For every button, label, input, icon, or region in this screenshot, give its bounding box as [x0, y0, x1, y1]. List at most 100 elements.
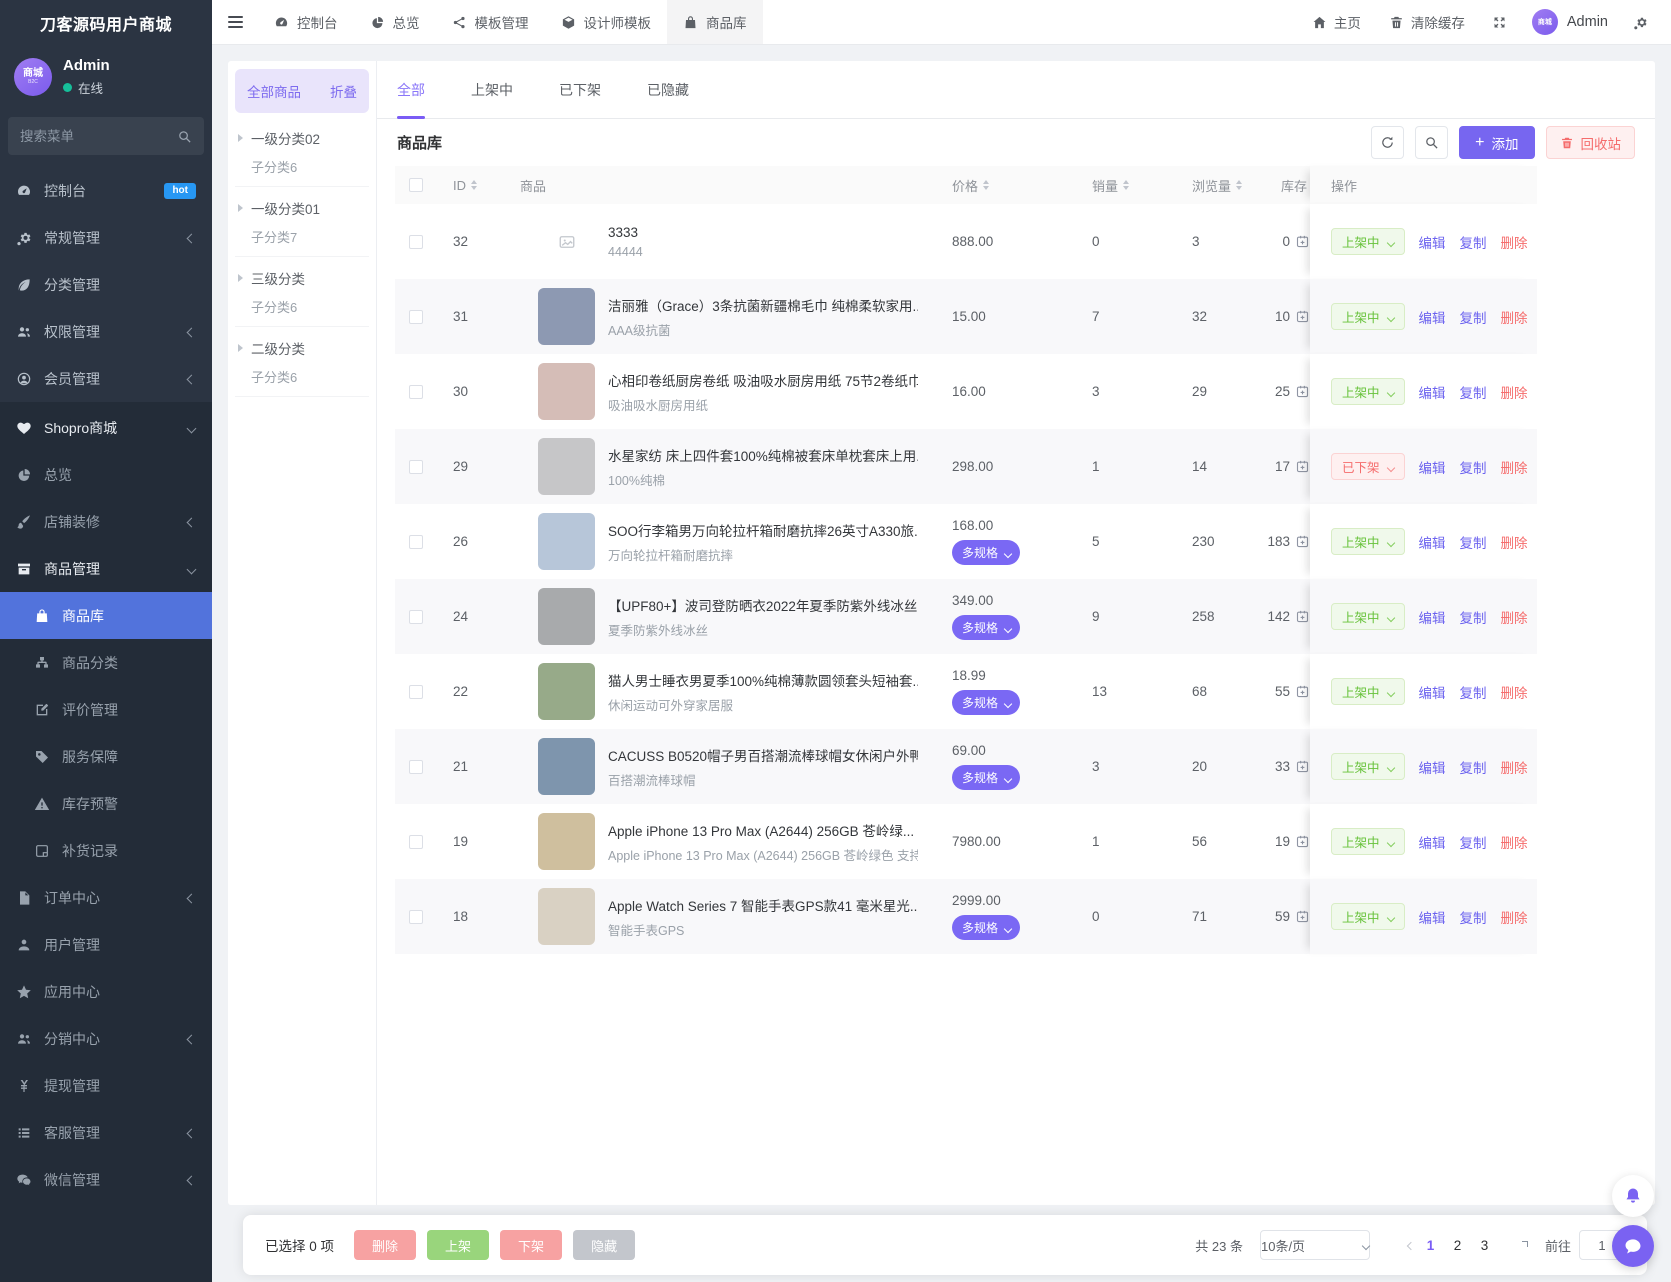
sidebar-item-评价管理[interactable]: 评价管理: [0, 686, 212, 733]
chat-fab[interactable]: [1612, 1225, 1654, 1267]
delete-link[interactable]: 删除: [1501, 457, 1528, 477]
copy-link[interactable]: 复制: [1460, 532, 1487, 552]
product-title[interactable]: SOO行李箱男万向轮拉杆箱耐磨抗摔26英寸A330旅...: [608, 520, 918, 540]
row-checkbox[interactable]: [409, 684, 423, 699]
product-title[interactable]: 猫人男士睡衣男夏季100%纯棉薄款圆领套头短袖套...: [608, 670, 918, 690]
sidebar-item-服务保障[interactable]: 服务保障: [0, 733, 212, 780]
status-dropdown[interactable]: 上架中: [1331, 828, 1405, 855]
stock-edit-icon[interactable]: [1295, 309, 1310, 324]
stock-edit-icon[interactable]: [1295, 234, 1310, 249]
tab-已隐藏[interactable]: 已隐藏: [647, 61, 689, 118]
stock-edit-icon[interactable]: [1295, 384, 1310, 399]
select-all-checkbox[interactable]: [409, 178, 423, 192]
edit-link[interactable]: 编辑: [1419, 382, 1446, 402]
topbar-tab-模板管理[interactable]: 模板管理: [436, 0, 545, 44]
row-checkbox[interactable]: [409, 309, 423, 324]
topbar-tab-总览[interactable]: 总览: [354, 0, 436, 44]
page-1-button[interactable]: 1: [1417, 1231, 1444, 1259]
product-thumbnail[interactable]: [538, 438, 595, 495]
status-dropdown[interactable]: 已下架: [1331, 453, 1405, 480]
status-dropdown[interactable]: 上架中: [1331, 753, 1405, 780]
column-header-浏览量[interactable]: 浏览量: [1180, 176, 1255, 195]
sidebar-item-常规管理[interactable]: 常规管理: [0, 214, 212, 261]
sort-icon[interactable]: [1236, 180, 1243, 190]
product-thumbnail[interactable]: [538, 813, 595, 870]
product-thumbnail[interactable]: [538, 288, 595, 345]
sidebar-item-客服管理[interactable]: 客服管理: [0, 1109, 212, 1156]
delete-link[interactable]: 删除: [1501, 682, 1528, 702]
sort-icon[interactable]: [1123, 180, 1130, 190]
tab-已下架[interactable]: 已下架: [559, 61, 601, 118]
refresh-button[interactable]: [1371, 126, 1405, 159]
sidebar-item-应用中心[interactable]: 应用中心: [0, 968, 212, 1015]
clear-cache-link[interactable]: 清除缓存: [1375, 0, 1479, 44]
sidebar-item-用户管理[interactable]: 用户管理: [0, 921, 212, 968]
product-thumbnail[interactable]: [538, 363, 595, 420]
caret-right-icon[interactable]: [238, 204, 243, 212]
sidebar-item-补货记录[interactable]: 补货记录: [0, 827, 212, 874]
sidebar-item-订单中心[interactable]: 订单中心: [0, 874, 212, 921]
status-dropdown[interactable]: 上架中: [1331, 303, 1405, 330]
edit-link[interactable]: 编辑: [1419, 607, 1446, 627]
delete-link[interactable]: 删除: [1501, 907, 1528, 927]
delete-link[interactable]: 删除: [1501, 832, 1528, 852]
category-tree-item[interactable]: 三级分类 子分类6: [235, 257, 369, 327]
product-title[interactable]: 【UPF80+】波司登防晒衣2022年夏季防紫外线冰丝...: [608, 595, 918, 615]
sidebar-item-权限管理[interactable]: 权限管理: [0, 308, 212, 355]
sidebar-item-会员管理[interactable]: 会员管理: [0, 355, 212, 402]
edit-link[interactable]: 编辑: [1419, 907, 1446, 927]
category-tree-item[interactable]: 一级分类02 子分类6: [235, 117, 369, 187]
copy-link[interactable]: 复制: [1460, 757, 1487, 777]
column-header-价格[interactable]: 价格: [940, 176, 1080, 195]
delete-link[interactable]: 删除: [1501, 607, 1528, 627]
delete-link[interactable]: 删除: [1501, 757, 1528, 777]
sidebar-item-商品分类[interactable]: 商品分类: [0, 639, 212, 686]
delete-link[interactable]: 删除: [1501, 232, 1528, 252]
edit-link[interactable]: 编辑: [1419, 532, 1446, 552]
edit-link[interactable]: 编辑: [1419, 457, 1446, 477]
fullscreen-button[interactable]: [1479, 0, 1520, 44]
edit-link[interactable]: 编辑: [1419, 307, 1446, 327]
category-all-label[interactable]: 全部商品: [247, 81, 301, 101]
caret-right-icon[interactable]: [238, 274, 243, 282]
copy-link[interactable]: 复制: [1460, 307, 1487, 327]
sidebar-item-商品库[interactable]: 商品库: [0, 592, 212, 639]
copy-link[interactable]: 复制: [1460, 607, 1487, 627]
product-title[interactable]: CACUSS B0520帽子男百搭潮流棒球帽女休闲户外鸭...: [608, 745, 918, 765]
topbar-tab-商品库[interactable]: 商品库: [667, 0, 763, 44]
product-title[interactable]: 洁丽雅（Grace）3条抗菌新疆棉毛巾 纯棉柔软家用...: [608, 295, 918, 315]
prev-page-button[interactable]: [1387, 1231, 1414, 1259]
status-dropdown[interactable]: 上架中: [1331, 903, 1405, 930]
row-checkbox[interactable]: [409, 909, 423, 924]
stock-edit-icon[interactable]: [1295, 459, 1310, 474]
stock-edit-icon[interactable]: [1295, 909, 1310, 924]
stock-edit-icon[interactable]: [1295, 684, 1310, 699]
stock-edit-icon[interactable]: [1295, 534, 1310, 549]
caret-right-icon[interactable]: [238, 134, 243, 142]
stock-edit-icon[interactable]: [1295, 609, 1310, 624]
stock-edit-icon[interactable]: [1295, 834, 1310, 849]
edit-link[interactable]: 编辑: [1419, 832, 1446, 852]
sidebar-item-店铺装修[interactable]: 店铺装修: [0, 498, 212, 545]
copy-link[interactable]: 复制: [1460, 907, 1487, 927]
sidebar-item-微信管理[interactable]: 微信管理: [0, 1156, 212, 1203]
multi-spec-badge[interactable]: 多规格: [952, 615, 1021, 640]
topbar-tab-控制台[interactable]: 控制台: [258, 0, 354, 44]
copy-link[interactable]: 复制: [1460, 682, 1487, 702]
notification-fab[interactable]: [1612, 1175, 1654, 1217]
batch-下架-button[interactable]: 下架: [500, 1230, 563, 1260]
batch-删除-button[interactable]: 删除: [354, 1230, 417, 1260]
copy-link[interactable]: 复制: [1460, 232, 1487, 252]
product-thumbnail[interactable]: [538, 588, 595, 645]
row-checkbox[interactable]: [409, 759, 423, 774]
user-menu[interactable]: 商城 Admin: [1520, 9, 1620, 35]
sidebar-item-分销中心[interactable]: 分销中心: [0, 1015, 212, 1062]
product-thumbnail[interactable]: [538, 738, 595, 795]
row-checkbox[interactable]: [409, 609, 423, 624]
row-checkbox[interactable]: [409, 534, 423, 549]
recycle-bin-button[interactable]: 回收站: [1545, 126, 1635, 159]
sort-icon[interactable]: [983, 180, 990, 190]
row-checkbox[interactable]: [409, 234, 423, 249]
product-title[interactable]: Apple Watch Series 7 智能手表GPS款41 毫米星光...: [608, 895, 918, 915]
edit-link[interactable]: 编辑: [1419, 757, 1446, 777]
